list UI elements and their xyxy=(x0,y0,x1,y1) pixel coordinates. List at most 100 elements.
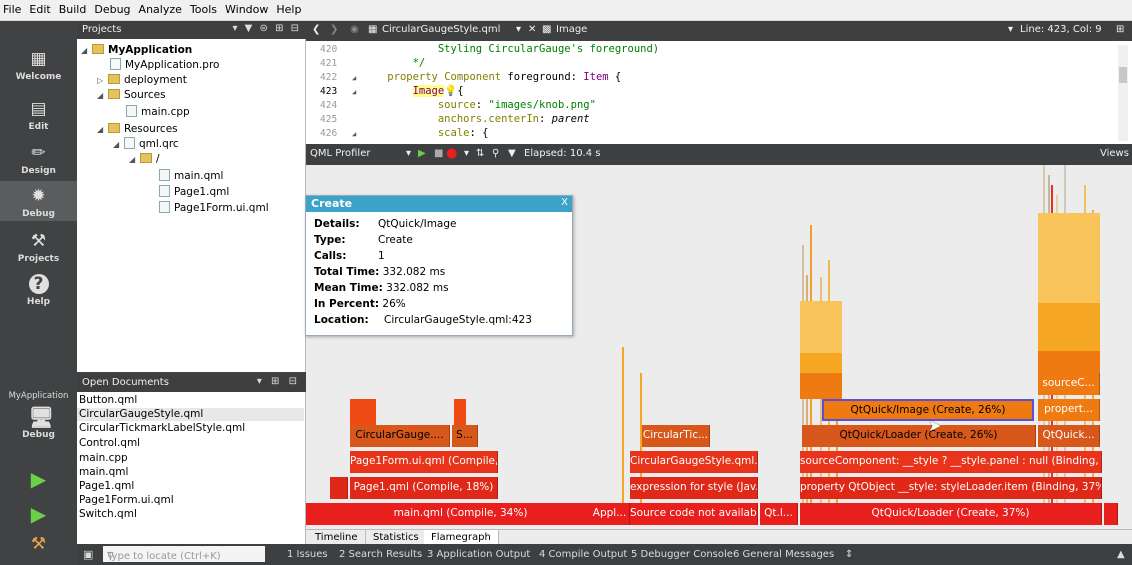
flame-block[interactable] xyxy=(1104,503,1118,525)
file-dropdown-icon[interactable]: ▾ xyxy=(516,24,521,35)
menu-window[interactable]: Window xyxy=(221,0,272,16)
menu-tools[interactable]: Tools xyxy=(186,0,221,16)
output-pane-issues[interactable]: 1 Issues xyxy=(287,549,328,560)
flame-block-page1[interactable]: Page1.qml (Compile, 18%) xyxy=(350,477,498,499)
tree-item-sources[interactable]: ◢ Sources xyxy=(97,88,166,103)
open-doc-item[interactable]: Button.qml xyxy=(79,394,137,407)
output-pane-debugger[interactable]: 5 Debugger Console xyxy=(631,549,733,560)
flame-block[interactable] xyxy=(1038,213,1100,303)
open-doc-item[interactable]: Page1.qml xyxy=(79,480,134,493)
flame-block[interactable] xyxy=(1038,351,1100,373)
flame-block-qt[interactable]: Qt.l... xyxy=(760,503,798,525)
mode-edit[interactable]: ▤ Edit xyxy=(0,99,77,132)
flame-block-circulargauge[interactable]: CircularGauge.... xyxy=(350,425,450,447)
open-documents-tools[interactable]: ▾ ⊞ ⊟ xyxy=(257,376,300,387)
tree-item-main-qml[interactable]: main.qml xyxy=(159,169,223,183)
open-doc-item[interactable]: Page1Form.ui.qml xyxy=(79,494,174,507)
flame-block-appl[interactable]: Appl... xyxy=(590,503,630,525)
output-pane-app-output[interactable]: 3 Application Output xyxy=(427,549,530,560)
flame-block-expression[interactable]: expression for style (Jav... xyxy=(630,477,758,499)
tree-item-deployment[interactable]: ▷ deployment xyxy=(97,73,187,88)
sidebar-toggle-icon[interactable]: ▣ xyxy=(83,548,93,561)
flame-block[interactable] xyxy=(800,301,842,353)
close-icon[interactable]: X xyxy=(561,197,568,208)
stop-icon[interactable]: ■ xyxy=(434,148,443,159)
flame-block-main-compile[interactable]: main.qml (Compile, 34%) xyxy=(306,503,616,525)
profiler-dropdown-icon[interactable]: ▾ xyxy=(406,148,411,159)
flame-block[interactable] xyxy=(350,399,376,425)
expand-arrow-icon[interactable]: ◢ xyxy=(129,153,140,167)
tree-item-page1-qml[interactable]: Page1.qml xyxy=(159,185,229,199)
tree-item-page1form[interactable]: Page1Form.ui.qml xyxy=(159,201,269,215)
build-button[interactable]: ⚒ xyxy=(0,534,77,557)
tree-item-resources[interactable]: ◢ Resources xyxy=(97,122,178,137)
flame-block-circulartickmark[interactable]: CircularTic... xyxy=(642,425,710,447)
editor-file-name[interactable]: CircularGaugeStyle.qml xyxy=(382,24,500,35)
flame-block-sourcecomponent[interactable]: sourceComponent: __style ? __style.panel… xyxy=(800,451,1102,473)
run-button[interactable]: ▶ xyxy=(0,469,77,492)
expand-arrow-icon[interactable]: ◢ xyxy=(81,44,92,58)
forward-icon[interactable]: ❯ xyxy=(330,24,338,35)
flame-block[interactable] xyxy=(330,477,348,499)
mode-debug[interactable]: ✹ Debug xyxy=(0,181,77,221)
flame-block-qtquick[interactable]: QtQuick... xyxy=(1038,425,1100,447)
fold-marker-icon[interactable]: ◢ xyxy=(352,72,362,85)
pane-chooser-icon[interactable]: ⇕ xyxy=(845,549,853,560)
expand-output-icon[interactable]: ▲ xyxy=(1117,549,1125,560)
position-dropdown-icon[interactable]: ▾ xyxy=(1008,24,1013,35)
fold-marker-icon[interactable]: ◢ xyxy=(352,86,362,99)
output-pane-general[interactable]: 6 General Messages xyxy=(733,549,834,560)
flame-block-property-qtobject[interactable]: property QtObject __style: styleLoader.i… xyxy=(800,477,1102,499)
open-doc-item[interactable]: main.qml xyxy=(79,466,128,479)
flame-block-s[interactable]: S... xyxy=(452,425,478,447)
open-doc-item[interactable]: main.cpp xyxy=(79,452,128,465)
open-doc-item[interactable]: CircularGaugeStyle.qml xyxy=(77,408,304,421)
start-profiling-icon[interactable]: ▶ xyxy=(418,148,426,159)
flame-block[interactable] xyxy=(800,353,842,373)
kit-selector[interactable]: 🖥 Debug xyxy=(0,407,77,440)
flame-block-loader-37[interactable]: QtQuick/Loader (Create, 37%) xyxy=(800,503,1102,525)
open-documents-title[interactable]: Open Documents xyxy=(82,377,169,388)
projects-title[interactable]: Projects xyxy=(82,24,121,35)
flame-block[interactable] xyxy=(454,399,466,425)
flame-block-loader-26[interactable]: QtQuick/Loader (Create, 26%) xyxy=(802,425,1036,447)
views-menu[interactable]: Views xyxy=(1100,148,1129,159)
fold-marker-icon[interactable]: ◢ xyxy=(352,128,362,141)
filter-icon[interactable]: ▼ xyxy=(508,148,516,159)
profiler-title[interactable]: QML Profiler xyxy=(310,148,370,159)
mode-design[interactable]: ✏ Design xyxy=(0,143,77,176)
close-file-icon[interactable]: ✕ xyxy=(528,24,536,35)
tree-item-main-cpp[interactable]: main.cpp xyxy=(126,105,190,119)
tree-item-pro[interactable]: MyApplication.pro xyxy=(110,58,219,72)
menu-build[interactable]: Build xyxy=(55,0,91,16)
expand-arrow-icon[interactable]: ◢ xyxy=(97,89,108,103)
search-icon[interactable]: ⚲ xyxy=(492,148,499,159)
flame-block-source-unavailable[interactable]: Source code not availab... xyxy=(630,503,758,525)
editor-scrollbar[interactable] xyxy=(1118,45,1128,141)
collapse-arrow-icon[interactable]: ▷ xyxy=(97,74,108,88)
menu-help[interactable]: Help xyxy=(272,0,305,16)
split-icon[interactable]: ⊞ xyxy=(1116,24,1124,35)
code-editor[interactable]: 420 Styling CircularGauge's foreground) … xyxy=(306,41,1132,144)
expand-arrow-icon[interactable]: ◢ xyxy=(113,138,124,152)
projects-tools[interactable]: ▾ ▼ ⊜ ⊞ ⊟ xyxy=(232,23,301,34)
symbol-selector[interactable]: Image xyxy=(556,24,587,35)
record-icon[interactable]: ● xyxy=(446,146,457,161)
flame-block-sourcecomp-short[interactable]: sourceC... xyxy=(1038,373,1100,395)
flame-block-property[interactable]: propert... xyxy=(1038,399,1100,421)
record-dropdown-icon[interactable]: ▾ xyxy=(464,148,469,159)
flame-block[interactable] xyxy=(1038,303,1100,351)
tree-item-qml-qrc[interactable]: ◢ qml.qrc xyxy=(113,137,179,152)
menu-analyze[interactable]: Analyze xyxy=(135,0,186,16)
mode-projects[interactable]: ⚒ Projects xyxy=(0,231,77,264)
flame-block[interactable] xyxy=(800,373,842,399)
mode-help[interactable]: ? Help xyxy=(0,274,77,307)
open-doc-item[interactable]: Switch.qml xyxy=(79,508,137,521)
menu-edit[interactable]: Edit xyxy=(25,0,54,16)
back-icon[interactable]: ❮ xyxy=(312,24,320,35)
debug-run-button[interactable]: ▶ xyxy=(0,504,77,527)
tree-item-root-prefix[interactable]: ◢ / xyxy=(129,152,160,167)
flame-block-page1form[interactable]: Page1Form.ui.qml (Compile,... xyxy=(350,451,498,473)
output-pane-search[interactable]: 2 Search Results xyxy=(339,549,422,560)
cursor-position[interactable]: Line: 423, Col: 9 xyxy=(1020,24,1102,35)
